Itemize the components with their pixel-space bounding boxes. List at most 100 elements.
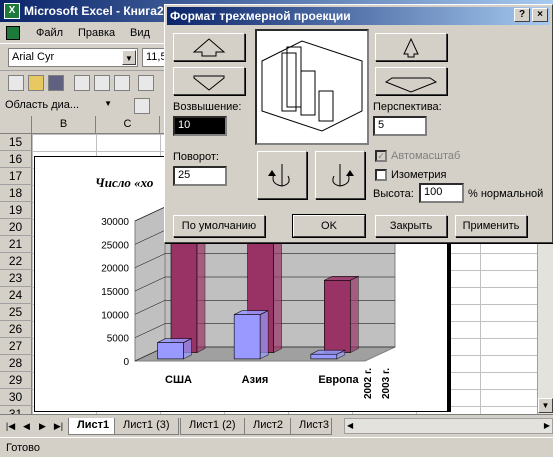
row-header[interactable]: 30 (0, 389, 32, 406)
row-header[interactable]: 29 (0, 372, 32, 389)
permission-icon[interactable] (74, 75, 90, 91)
tab-list1-3[interactable]: Лист1 (3) (114, 418, 179, 435)
height-unit-label: % нормальной (468, 188, 544, 200)
bar-front (170, 226, 198, 353)
perspective-up-icon (403, 37, 419, 58)
excel-window-title: Microsoft Excel - Книга2 (24, 4, 164, 18)
chevron-down-icon[interactable]: ▼ (122, 50, 136, 65)
font-name-select[interactable]: Arial Cyr ▼ (8, 48, 138, 67)
chart-object-value: Область диа... (5, 99, 80, 111)
row-header[interactable]: 20 (0, 219, 32, 236)
row-header[interactable]: 19 (0, 202, 32, 219)
chart-object-select[interactable]: Область диа... ▼ (2, 97, 114, 116)
standard-toolbar (0, 71, 164, 96)
y-tick-label: 5000 (107, 334, 130, 345)
tab-list1[interactable]: Лист1 (68, 418, 119, 435)
bar-front (324, 279, 351, 353)
perspective-down-button[interactable] (375, 67, 447, 95)
tab-prev-icon[interactable]: ◀ (20, 419, 33, 433)
row-header[interactable]: 23 (0, 270, 32, 287)
tab-list1-2[interactable]: Лист1 (2) (180, 418, 245, 435)
isometric-checkbox[interactable] (375, 169, 387, 181)
perspective-up-button[interactable] (375, 33, 447, 61)
category-label: США (165, 374, 192, 386)
open-folder-icon[interactable] (28, 75, 44, 91)
perspective-field[interactable]: 5 (373, 116, 427, 136)
3d-preview (255, 29, 369, 145)
row-header[interactable]: 16 (0, 151, 32, 168)
new-file-icon[interactable] (8, 75, 24, 91)
apply-button[interactable]: Применить (455, 215, 527, 237)
spelling-icon[interactable] (138, 75, 154, 91)
rotate-right-button[interactable] (315, 151, 365, 199)
menu-view[interactable]: Вид (130, 27, 150, 39)
ok-button[interactable]: OK (292, 214, 366, 238)
tab-first-icon[interactable]: |◀ (4, 419, 17, 433)
row-header[interactable]: 17 (0, 168, 32, 185)
row-header[interactable]: 18 (0, 185, 32, 202)
dialog-title: Формат трехмерной проекции (170, 9, 351, 23)
scroll-left-arrow-icon[interactable]: ◀ (347, 421, 353, 430)
excel-app-icon[interactable]: X (4, 3, 20, 19)
print-preview-icon[interactable] (114, 75, 130, 91)
tab-list3[interactable]: Лист3 (290, 418, 332, 435)
arrow-down-icon (193, 75, 225, 91)
elevation-label: Возвышение: (173, 101, 242, 113)
save-icon[interactable] (48, 75, 64, 91)
tab-next-icon[interactable]: ▶ (36, 419, 49, 433)
help-icon[interactable]: ? (514, 8, 530, 22)
row-header[interactable]: 26 (0, 321, 32, 338)
close-icon[interactable]: × (532, 8, 548, 22)
scroll-down-arrow-icon[interactable]: ▼ (538, 398, 553, 413)
row-header[interactable]: 21 (0, 236, 32, 253)
print-icon[interactable] (94, 75, 110, 91)
select-all-corner[interactable] (0, 116, 32, 134)
chevron-down-icon[interactable]: ▼ (104, 99, 112, 108)
perspective-label: Перспектива: (373, 101, 442, 113)
elevation-down-button[interactable] (173, 67, 245, 95)
row-header[interactable]: 25 (0, 304, 32, 321)
y-tick-label: 25000 (101, 240, 129, 251)
elevation-up-button[interactable] (173, 33, 245, 61)
height-label: Высота: (373, 188, 414, 200)
perspective-down-icon (384, 77, 438, 93)
menu-file[interactable]: Файл (36, 27, 63, 39)
row-header[interactable]: 28 (0, 355, 32, 372)
row-header[interactable]: 15 (0, 134, 32, 151)
workbook-icon[interactable] (6, 26, 20, 40)
bar-side (350, 275, 359, 354)
chart-format-icon[interactable] (134, 98, 150, 114)
rotate-left-button[interactable] (257, 151, 307, 199)
default-button[interactable]: По умолчанию (173, 215, 265, 237)
column-header-b[interactable]: B (32, 116, 96, 134)
depth-label: 2003 г. (381, 368, 392, 399)
row-header[interactable]: 27 (0, 338, 32, 355)
arrow-up-icon (192, 38, 226, 57)
close-button[interactable]: Закрыть (375, 215, 447, 237)
rotate-left-icon (268, 164, 290, 187)
category-label: Азия (242, 374, 269, 386)
column-header-c[interactable]: C (96, 116, 160, 134)
autoscale-checkbox[interactable]: ✓ (375, 150, 387, 162)
horizontal-scrollbar[interactable]: ◀ ▶ (344, 418, 553, 434)
rotate-right-icon (332, 164, 354, 187)
row-header[interactable]: 22 (0, 253, 32, 270)
bar-front (310, 353, 338, 360)
y-tick-label: 30000 (101, 217, 129, 228)
elevation-value: 10 (178, 119, 191, 131)
menu-edit[interactable]: Правка (78, 27, 115, 39)
depth-label: 2002 г. (363, 368, 374, 399)
row-header[interactable]: 24 (0, 287, 32, 304)
y-tick-label: 0 (123, 357, 129, 368)
height-value: 100 (424, 186, 443, 198)
elevation-field[interactable]: 10 (173, 116, 227, 136)
font-name-value: Arial Cyr (12, 51, 55, 63)
bar-front (157, 342, 184, 360)
rotation-field[interactable]: 25 (173, 166, 227, 186)
y-tick-label: 20000 (101, 264, 129, 275)
height-field[interactable]: 100 (419, 183, 464, 203)
tab-list2[interactable]: Лист2 (244, 418, 293, 435)
scroll-right-arrow-icon[interactable]: ▶ (544, 421, 550, 430)
tab-last-icon[interactable]: ▶| (52, 419, 65, 433)
status-bar: Готово (0, 437, 553, 457)
